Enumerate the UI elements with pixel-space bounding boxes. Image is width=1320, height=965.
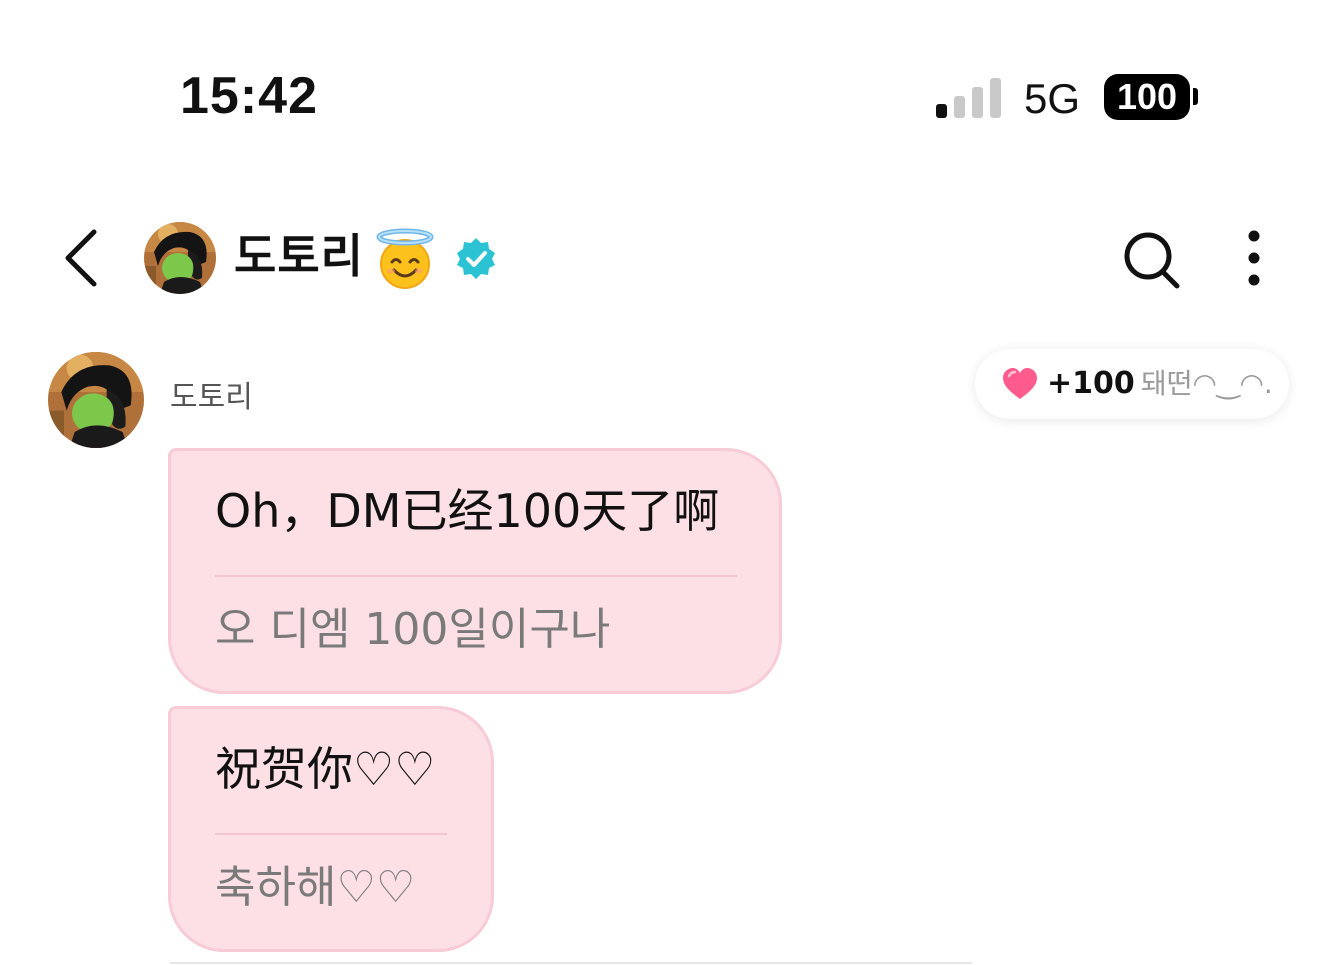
message-original-text: 祝贺你♡♡ <box>215 742 436 796</box>
battery-level: 100 <box>1116 76 1178 117</box>
back-button[interactable] <box>60 226 108 290</box>
smiling-face-with-halo-icon <box>374 228 436 290</box>
signal-strength-icon <box>936 76 1002 118</box>
more-vertical-icon <box>1248 230 1260 286</box>
sender-avatar[interactable] <box>48 352 144 448</box>
message-bubble[interactable]: Oh，DM已经100天了啊 오 디엠 100일이구나 <box>168 448 782 694</box>
reaction-count: +100 <box>1047 366 1135 401</box>
message-translation-text: 축하해♡♡ <box>215 862 416 913</box>
verified-badge-icon <box>454 236 498 280</box>
status-time: 15:42 <box>180 67 318 125</box>
message-translation-text: 오 디엠 100일이구나 <box>215 604 611 655</box>
avatar-image <box>144 222 216 294</box>
chat-screen: 15:42 5G 100 도토리 도토리 +100 돼떤◠‿◠. Oh，DM已经… <box>0 0 1320 965</box>
message-original-text: Oh，DM已经100天了啊 <box>215 484 720 538</box>
header-avatar[interactable] <box>144 222 216 294</box>
message-bubble[interactable]: 祝贺你♡♡ 축하해♡♡ <box>168 706 494 952</box>
search-icon <box>1124 232 1180 289</box>
reaction-pill[interactable]: +100 돼떤◠‿◠. <box>975 349 1289 419</box>
battery-tip <box>1193 88 1198 105</box>
translation-divider <box>215 833 447 835</box>
heart-icon <box>1003 368 1037 399</box>
reaction-nickname: 돼떤◠‿◠. <box>1141 367 1273 400</box>
battery-icon: 100 <box>1104 74 1190 120</box>
more-options-button[interactable] <box>1236 228 1272 290</box>
sender-name: 도토리 <box>170 380 253 415</box>
search-button[interactable] <box>1122 228 1182 292</box>
bottom-divider <box>170 962 972 964</box>
chevron-left-icon <box>65 229 97 287</box>
contact-name: 도토리 <box>234 229 364 283</box>
network-type: 5G <box>1024 75 1081 122</box>
avatar-image <box>48 352 144 448</box>
translation-divider <box>215 575 737 577</box>
